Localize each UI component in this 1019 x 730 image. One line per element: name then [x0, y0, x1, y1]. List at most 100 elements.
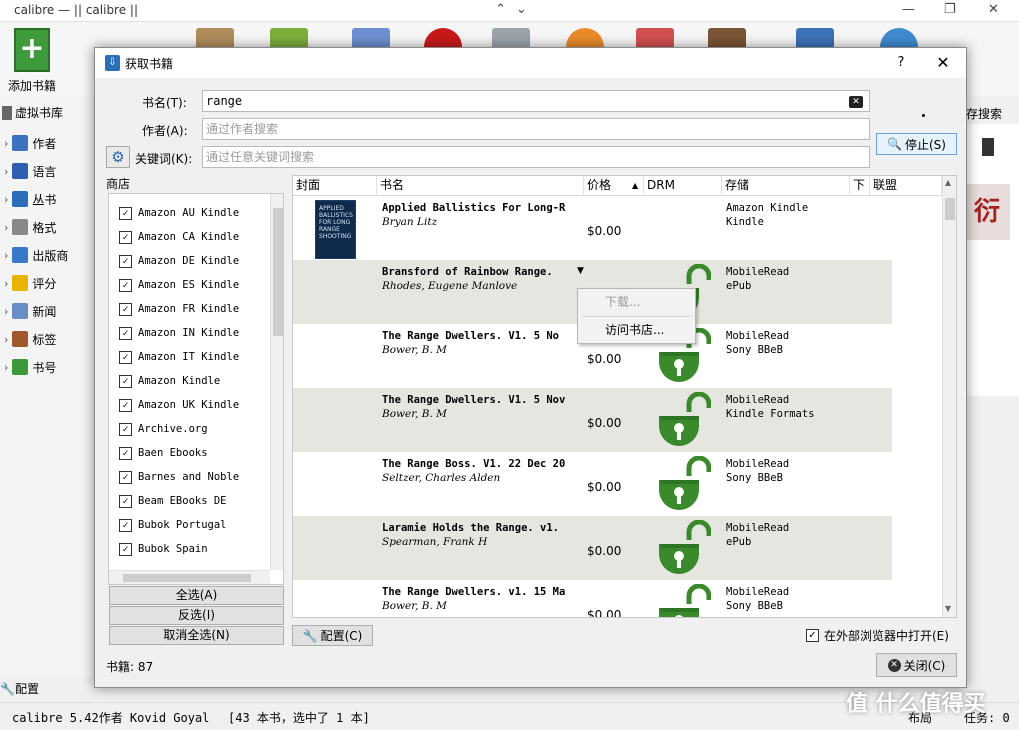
close-button[interactable]: ✕ 关闭(C): [876, 653, 957, 677]
store-item[interactable]: ✓ Beam EBooks DE: [119, 491, 227, 511]
sidebar-item-3[interactable]: › 格式: [4, 217, 56, 237]
store-item[interactable]: ✓ Amazon Kindle: [119, 371, 220, 391]
add-book-label[interactable]: 添加书籍: [8, 77, 56, 94]
main-config-button[interactable]: 🔧配置: [0, 680, 39, 697]
scroll-thumb[interactable]: [945, 198, 955, 220]
store-checkbox[interactable]: ✓: [119, 278, 132, 292]
menu-item-download[interactable]: 下载...: [578, 290, 695, 314]
stores-horizontal-scrollbar[interactable]: [109, 570, 270, 584]
chevron-down-icon[interactable]: ⌄: [516, 2, 527, 17]
results-vertical-scrollbar[interactable]: ▲ ▼: [942, 176, 956, 617]
store-checkbox[interactable]: ✓: [119, 230, 132, 244]
saved-search-label[interactable]: 存搜索: [966, 105, 1002, 122]
stores-vertical-scrollbar[interactable]: [270, 194, 283, 570]
col-price[interactable]: 价格 ▲: [584, 176, 644, 196]
invert-selection-button[interactable]: 反选(I): [109, 606, 284, 625]
store-item[interactable]: ✓ Amazon IT Kindle: [119, 347, 239, 367]
result-row[interactable]: APPLIED BALLISTICS FOR LONG RANGE SHOOTI…: [293, 196, 892, 260]
store-checkbox[interactable]: ✓: [119, 206, 132, 220]
checkbox-checked[interactable]: ✓: [806, 629, 819, 642]
gear-icon[interactable]: ⚙: [106, 146, 130, 168]
scroll-thumb[interactable]: [123, 574, 251, 582]
sidebar-item-2[interactable]: › 丛书: [4, 189, 56, 209]
sidebar-item-1[interactable]: › 语言: [4, 161, 56, 181]
scroll-thumb[interactable]: [273, 208, 283, 336]
store-item[interactable]: ✓ Amazon FR Kindle: [119, 299, 239, 319]
store-checkbox[interactable]: ✓: [119, 542, 132, 556]
result-row[interactable]: The Range Dwellers. v1. 15 Ma Bower, B. M…: [293, 580, 892, 617]
store-name: Beam EBooks DE: [138, 495, 227, 507]
sidebar-item-6[interactable]: › 新闻: [4, 301, 56, 321]
result-row[interactable]: The Range Boss. V1. 22 Dec 20 Seltzer, Ch…: [293, 452, 892, 516]
scroll-down-icon[interactable]: ▼: [945, 604, 951, 613]
sidebar-item-7[interactable]: › 标签: [4, 329, 56, 349]
store-item[interactable]: ✓ Barnes and Noble: [119, 467, 239, 487]
store-checkbox[interactable]: ✓: [119, 350, 132, 364]
config-button[interactable]: 🔧 配置(C): [292, 625, 373, 646]
expand-arrow-icon[interactable]: ›: [4, 249, 8, 262]
store-item[interactable]: ✓ Bubok Spain: [119, 539, 208, 559]
maximize-icon[interactable]: ❐: [944, 2, 956, 17]
store-checkbox[interactable]: ✓: [119, 518, 132, 532]
minimize-icon[interactable]: —: [902, 2, 915, 17]
author-input[interactable]: [202, 118, 870, 140]
store-checkbox[interactable]: ✓: [119, 494, 132, 508]
expand-arrow-icon[interactable]: ›: [4, 221, 8, 234]
help-button[interactable]: ?: [890, 52, 912, 74]
sidebar-item-8[interactable]: › 书号: [4, 357, 56, 377]
sidebar-item-5[interactable]: › 评分: [4, 273, 56, 293]
store-item[interactable]: ✓ Amazon ES Kindle: [119, 275, 239, 295]
store-item[interactable]: ✓ Baen Ebooks: [119, 443, 208, 463]
col-title[interactable]: 书名: [377, 176, 584, 196]
scroll-up-icon[interactable]: ▲: [945, 178, 951, 187]
clear-input-icon[interactable]: ✕: [849, 96, 863, 108]
expand-arrow-icon[interactable]: ›: [4, 277, 8, 290]
result-format: Kindle: [726, 216, 764, 228]
col-cover[interactable]: 封面: [293, 176, 377, 196]
dialog-close-icon[interactable]: ✕: [930, 52, 956, 74]
store-item[interactable]: ✓ Amazon UK Kindle: [119, 395, 239, 415]
title-input[interactable]: [202, 90, 870, 112]
store-item[interactable]: ✓ Amazon AU Kindle: [119, 203, 239, 223]
open-external-checkbox[interactable]: ✓ 在外部浏览器中打开(E): [806, 627, 949, 644]
result-author: Rhodes, Eugene Manlove: [382, 280, 518, 292]
expand-arrow-icon[interactable]: ›: [4, 165, 8, 178]
store-checkbox[interactable]: ✓: [119, 422, 132, 436]
store-checkbox[interactable]: ✓: [119, 470, 132, 484]
result-row[interactable]: The Range Dwellers. V1. 5 Nov Bower, B. M…: [293, 388, 892, 452]
select-none-button[interactable]: 取消全选(N): [109, 626, 284, 645]
chevron-up-icon[interactable]: ⌃: [495, 2, 506, 17]
add-book-icon[interactable]: +: [14, 28, 50, 72]
barcode-icon: [12, 359, 29, 375]
book-thumbnail-icon: [982, 138, 994, 156]
col-affiliate[interactable]: 联盟: [870, 176, 942, 196]
expand-arrow-icon[interactable]: ›: [4, 193, 8, 206]
main-close-icon[interactable]: ✕: [988, 2, 999, 17]
expand-arrow-icon[interactable]: ›: [4, 137, 8, 150]
store-item[interactable]: ✓ Amazon IN Kindle: [119, 323, 239, 343]
expand-arrow-icon[interactable]: ›: [4, 305, 8, 318]
store-checkbox[interactable]: ✓: [119, 398, 132, 412]
store-checkbox[interactable]: ✓: [119, 302, 132, 316]
stop-button[interactable]: 🔍 停止(S): [876, 133, 957, 155]
virtual-library-button[interactable]: 虚拟书库: [2, 104, 63, 121]
select-all-button[interactable]: 全选(A): [109, 586, 284, 605]
sidebar-item-4[interactable]: › 出版商: [4, 245, 68, 265]
sidebar-item-0[interactable]: › 作者: [4, 133, 56, 153]
store-item[interactable]: ✓ Bubok Portugal: [119, 515, 227, 535]
result-row[interactable]: Laramie Holds the Range. v1. Spearman, Fr…: [293, 516, 892, 580]
col-download[interactable]: 下载: [850, 176, 870, 196]
col-drm[interactable]: DRM: [644, 176, 722, 196]
store-checkbox[interactable]: ✓: [119, 374, 132, 388]
keyword-input[interactable]: [202, 146, 870, 168]
store-item[interactable]: ✓ Archive.org: [119, 419, 208, 439]
store-item[interactable]: ✓ Amazon CA Kindle: [119, 227, 239, 247]
store-item[interactable]: ✓ Amazon DE Kindle: [119, 251, 239, 271]
expand-arrow-icon[interactable]: ›: [4, 361, 8, 374]
store-checkbox[interactable]: ✓: [119, 254, 132, 268]
menu-item-visit-store[interactable]: 访问书店...: [578, 318, 695, 342]
store-checkbox[interactable]: ✓: [119, 326, 132, 340]
store-checkbox[interactable]: ✓: [119, 446, 132, 460]
col-store[interactable]: 存储: [722, 176, 850, 196]
expand-arrow-icon[interactable]: ›: [4, 333, 8, 346]
